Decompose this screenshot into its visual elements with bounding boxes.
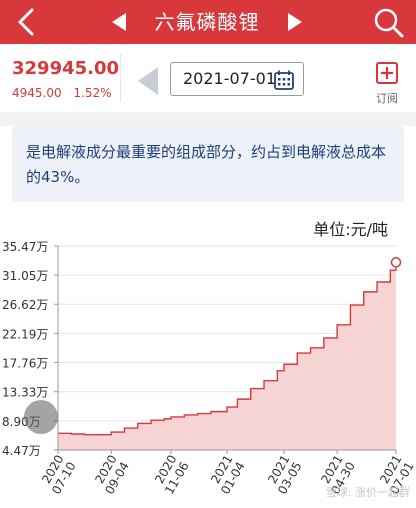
back-arrow-icon[interactable] <box>12 6 42 38</box>
description-box: 是电解液成分最重要的组成部分，约占到电解液总成本的43%。 <box>12 126 404 202</box>
x-tick-label: 202011-06 <box>150 453 192 497</box>
y-tick-label: 4.47万 <box>2 444 41 458</box>
current-price: 329945.00 <box>12 58 120 79</box>
date-value: 2021-07-01 <box>183 69 276 88</box>
subscribe-label: 订阅 <box>376 92 398 105</box>
touch-indicator <box>24 400 58 434</box>
x-tick-label: 202101-04 <box>206 453 248 497</box>
watermark: 雪球: 涨价一起群 <box>325 486 410 499</box>
plus-icon <box>376 62 398 84</box>
y-tick-label: 17.76万 <box>2 357 48 371</box>
next-item-icon[interactable] <box>284 10 306 34</box>
search-icon[interactable] <box>372 6 406 40</box>
price-chart: 35.47万 31.05万 26.62万 22.19万 17.76万 13.33万 8.90… <box>0 232 416 504</box>
date-picker[interactable]: 2021-07-01 <box>170 62 304 96</box>
y-tick-label: 31.05万 <box>2 269 48 283</box>
x-tick-label: 202007-10 <box>37 453 79 497</box>
top-bar: 六氟磷酸锂 <box>0 0 416 44</box>
area-fill <box>58 262 396 450</box>
subscribe-button[interactable]: 订阅 <box>370 60 404 106</box>
price-change-value: 4945.00 <box>12 86 62 100</box>
y-tick-label: 26.62万 <box>2 298 48 312</box>
description-text: 是电解液成分最重要的组成部分，约占到电解液总成本的43%。 <box>26 143 387 186</box>
x-tick-label: 202103-05 <box>263 453 305 497</box>
section-gap <box>0 112 416 126</box>
price-bar: 329945.00 4945.00 1.52% 2021-07-01 订阅 <box>0 44 416 112</box>
price-change-percent: 1.52% <box>73 86 112 100</box>
y-tick-label: 22.19万 <box>2 327 48 341</box>
y-tick-label: 13.33万 <box>2 386 48 400</box>
date-previous-icon[interactable] <box>134 64 162 98</box>
previous-item-icon[interactable] <box>108 10 130 34</box>
price-chart-svg: 35.47万31.05万26.62万22.19万17.76万13.33万8.90… <box>2 240 416 497</box>
x-tick-label: 202009-04 <box>90 453 132 497</box>
divider <box>120 54 121 102</box>
page-title: 六氟磷酸锂 <box>154 10 260 34</box>
price-change: 4945.00 1.52% <box>12 86 120 100</box>
last-point-marker <box>390 257 402 268</box>
y-tick-label: 35.47万 <box>2 240 48 254</box>
calendar-icon[interactable] <box>273 69 295 91</box>
